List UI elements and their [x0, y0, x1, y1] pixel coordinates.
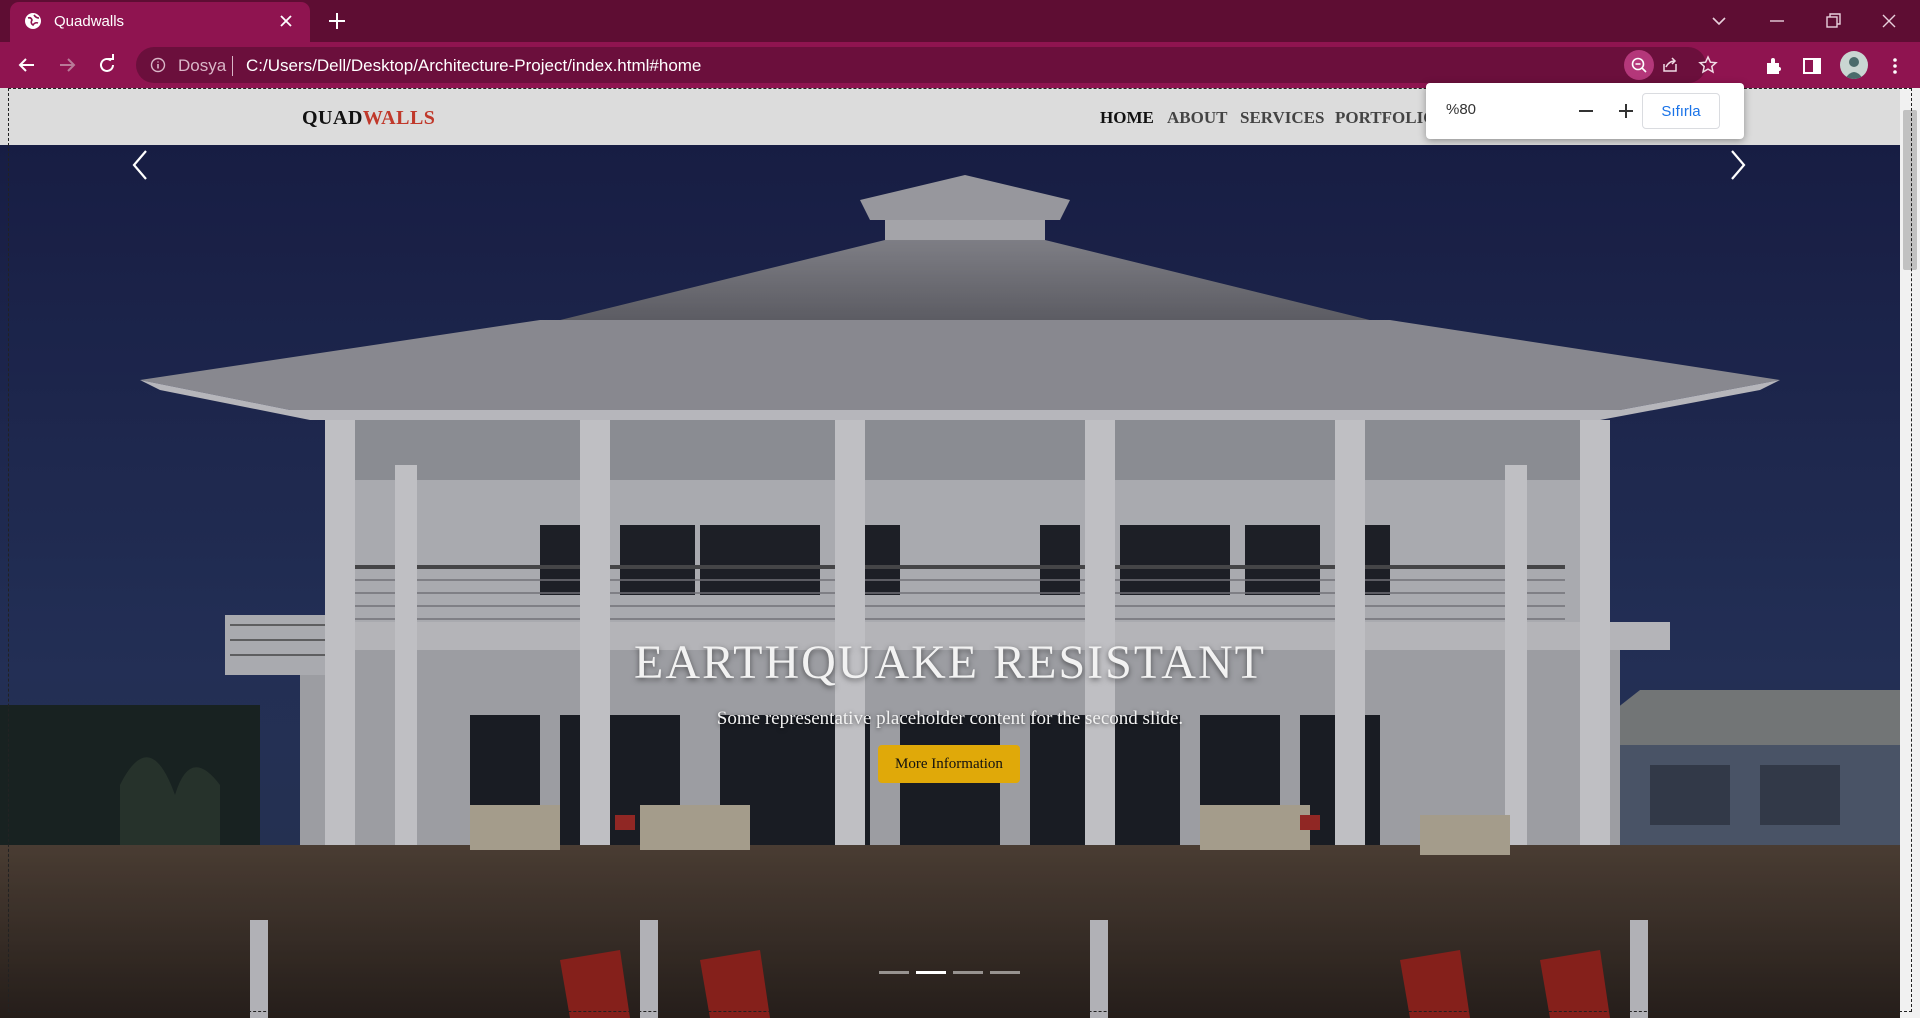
browser-tab[interactable]: Quadwalls: [10, 2, 310, 42]
carousel-indicator-3[interactable]: [953, 971, 983, 974]
menu-item-about[interactable]: ABOUT: [1167, 108, 1227, 128]
minimize-icon[interactable]: [1764, 8, 1790, 34]
profile-avatar[interactable]: [1840, 51, 1868, 79]
tab-search-icon[interactable]: [1706, 8, 1732, 34]
hero-dim-overlay: [0, 145, 1900, 1018]
address-separator: [232, 56, 233, 76]
restore-icon[interactable]: [1820, 8, 1846, 34]
zoom-plus-icon[interactable]: [1612, 97, 1640, 125]
address-url[interactable]: C:/Users/Dell/Desktop/Architecture-Proje…: [246, 56, 701, 76]
zoom-level: %80: [1446, 101, 1477, 118]
zoom-reset-button[interactable]: Sıfırla: [1642, 93, 1720, 129]
carousel-next-icon[interactable]: [1722, 145, 1752, 185]
close-tab-icon[interactable]: [276, 11, 296, 31]
new-tab-icon[interactable]: [326, 10, 348, 32]
logo-part-quad: QUAD: [302, 107, 363, 129]
web-page: QUADWALLS HOME ABOUT SERVICES PORTFOLIO: [0, 88, 1920, 1018]
menu-item-services[interactable]: SERVICES: [1240, 108, 1324, 128]
carousel-indicator-1[interactable]: [879, 971, 909, 974]
scrollbar-thumb[interactable]: [1903, 110, 1917, 270]
zoom-indicator-button[interactable]: [1624, 50, 1654, 80]
share-icon[interactable]: [1660, 55, 1680, 75]
more-information-button[interactable]: More Information: [878, 745, 1020, 783]
reload-icon[interactable]: [94, 52, 120, 78]
site-logo[interactable]: QUADWALLS: [302, 107, 435, 130]
carousel-indicator-2[interactable]: [916, 971, 946, 974]
address-bar[interactable]: Dosya C:/Users/Dell/Desktop/Architecture…: [136, 47, 1718, 83]
info-icon[interactable]: [150, 57, 166, 73]
menu-item-home[interactable]: HOME: [1100, 108, 1154, 128]
tab-title: Quadwalls: [54, 13, 125, 30]
logo-part-walls: WALLS: [362, 107, 436, 129]
profile-icon: [1845, 57, 1863, 79]
carousel-indicators: [879, 971, 1020, 975]
hero-title: EARTHQUAKE RESISTANT: [634, 636, 1266, 689]
browser-toolbar: Dosya C:/Users/Dell/Desktop/Architecture…: [0, 42, 1920, 88]
carousel-indicator-4[interactable]: [990, 971, 1020, 974]
zoom-popup: %80 Sıfırla: [1426, 83, 1744, 139]
zoom-out-icon: [1631, 57, 1647, 73]
zoom-minus-icon[interactable]: [1572, 97, 1600, 125]
side-panel-icon[interactable]: [1801, 55, 1823, 77]
hero-subtitle: Some representative placeholder content …: [716, 708, 1184, 729]
page-scrollbar[interactable]: [1900, 88, 1920, 1018]
menu-item-portfolio[interactable]: PORTFOLIO: [1335, 108, 1436, 128]
carousel-prev-icon[interactable]: [126, 145, 156, 185]
address-scheme: Dosya: [178, 56, 227, 75]
hero-carousel: EARTHQUAKE RESISTANT Some representative…: [0, 145, 1900, 1018]
extensions-icon[interactable]: [1762, 55, 1784, 77]
bookmark-star-icon[interactable]: [1698, 55, 1718, 75]
forward-arrow-icon[interactable]: [54, 52, 80, 78]
menu-dots-icon[interactable]: [1884, 55, 1906, 77]
close-window-icon[interactable]: [1876, 8, 1902, 34]
globe-icon: [25, 13, 41, 29]
back-arrow-icon[interactable]: [14, 52, 40, 78]
tab-strip: Quadwalls: [0, 0, 1920, 42]
